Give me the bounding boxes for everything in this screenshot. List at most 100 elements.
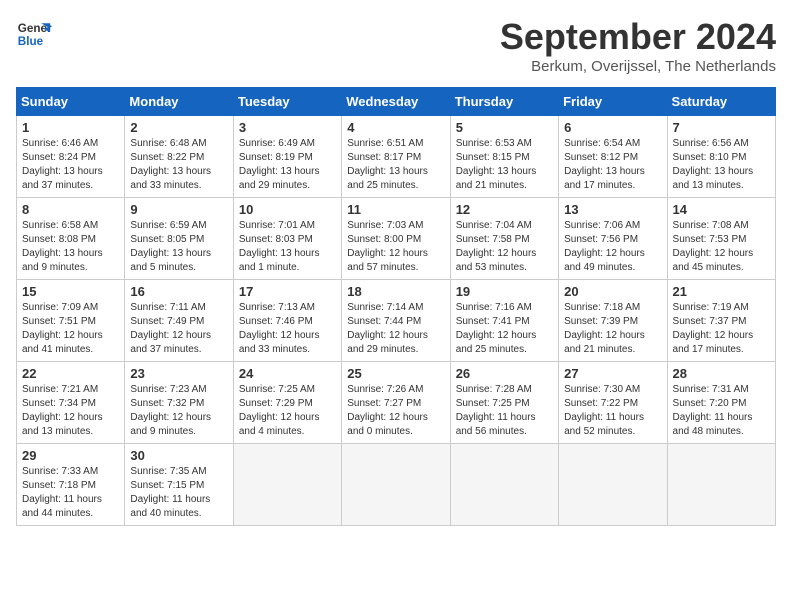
day-number: 6	[564, 120, 661, 135]
day-number: 19	[456, 284, 553, 299]
calendar-cell: 23Sunrise: 7:23 AM Sunset: 7:32 PM Dayli…	[125, 362, 233, 444]
logo-icon: General Blue	[16, 16, 52, 52]
day-number: 2	[130, 120, 227, 135]
calendar-cell: 5 Sunrise: 6:53 AM Sunset: 8:15 PM Daylig…	[450, 116, 558, 198]
calendar-cell	[342, 444, 450, 526]
day-info: Sunrise: 7:21 AM Sunset: 7:34 PM Dayligh…	[22, 383, 119, 439]
day-number: 12	[456, 202, 553, 217]
calendar-cell: 28 Sunrise: 7:31 AM Sunset: 7:20 PM Dayli…	[667, 362, 775, 444]
calendar-cell: 17 Sunrise: 7:13 AM Sunset: 7:46 PM Dayli…	[233, 280, 341, 362]
day-info: Sunrise: 7:01 AM Sunset: 8:03 PM Dayligh…	[239, 219, 336, 275]
day-number: 28	[673, 366, 770, 381]
day-number: 7	[673, 120, 770, 135]
calendar-cell: 1Sunrise: 6:46 AM Sunset: 8:24 PM Daylig…	[17, 116, 125, 198]
day-info: Sunrise: 7:33 AM Sunset: 7:18 PM Dayligh…	[22, 465, 119, 521]
day-info: Sunrise: 7:09 AM Sunset: 7:51 PM Dayligh…	[22, 301, 119, 357]
weekday-header-wednesday: Wednesday	[342, 88, 450, 116]
day-number: 18	[347, 284, 444, 299]
day-number: 21	[673, 284, 770, 299]
calendar-cell: 21 Sunrise: 7:19 AM Sunset: 7:37 PM Dayli…	[667, 280, 775, 362]
calendar-cell: 9 Sunrise: 6:59 AM Sunset: 8:05 PM Daylig…	[125, 198, 233, 280]
day-info: Sunrise: 7:03 AM Sunset: 8:00 PM Dayligh…	[347, 219, 444, 275]
day-number: 20	[564, 284, 661, 299]
day-number: 27	[564, 366, 661, 381]
day-number: 22	[22, 366, 119, 381]
day-info: Sunrise: 7:08 AM Sunset: 7:53 PM Dayligh…	[673, 219, 770, 275]
calendar-cell: 22 Sunrise: 7:21 AM Sunset: 7:34 PM Dayli…	[17, 362, 125, 444]
calendar-cell: 3Sunrise: 6:49 AM Sunset: 8:19 PM Daylig…	[233, 116, 341, 198]
day-info: Sunrise: 7:31 AM Sunset: 7:20 PM Dayligh…	[673, 383, 770, 439]
calendar-cell: 29 Sunrise: 7:33 AM Sunset: 7:18 PM Dayli…	[17, 444, 125, 526]
calendar-cell: 19 Sunrise: 7:16 AM Sunset: 7:41 PM Dayli…	[450, 280, 558, 362]
day-info: Sunrise: 7:11 AM Sunset: 7:49 PM Dayligh…	[130, 301, 227, 357]
calendar-cell: 13Sunrise: 7:06 AM Sunset: 7:56 PM Dayli…	[559, 198, 667, 280]
day-info: Sunrise: 7:14 AM Sunset: 7:44 PM Dayligh…	[347, 301, 444, 357]
day-info: Sunrise: 7:04 AM Sunset: 7:58 PM Dayligh…	[456, 219, 553, 275]
calendar-cell: 4 Sunrise: 6:51 AM Sunset: 8:17 PM Daylig…	[342, 116, 450, 198]
day-number: 26	[456, 366, 553, 381]
calendar-cell	[559, 444, 667, 526]
weekday-header-saturday: Saturday	[667, 88, 775, 116]
day-number: 1	[22, 120, 119, 135]
day-info: Sunrise: 6:49 AM Sunset: 8:19 PM Dayligh…	[239, 137, 336, 193]
day-info: Sunrise: 7:06 AM Sunset: 7:56 PM Dayligh…	[564, 219, 661, 275]
weekday-header-friday: Friday	[559, 88, 667, 116]
calendar-cell: 6Sunrise: 6:54 AM Sunset: 8:12 PM Daylig…	[559, 116, 667, 198]
calendar-cell: 30 Sunrise: 7:35 AM Sunset: 7:15 PM Dayli…	[125, 444, 233, 526]
calendar-cell: 26Sunrise: 7:28 AM Sunset: 7:25 PM Dayli…	[450, 362, 558, 444]
day-info: Sunrise: 7:16 AM Sunset: 7:41 PM Dayligh…	[456, 301, 553, 357]
day-info: Sunrise: 7:19 AM Sunset: 7:37 PM Dayligh…	[673, 301, 770, 357]
day-number: 11	[347, 202, 444, 217]
calendar-cell: 18 Sunrise: 7:14 AM Sunset: 7:44 PM Dayli…	[342, 280, 450, 362]
day-number: 10	[239, 202, 336, 217]
day-number: 16	[130, 284, 227, 299]
calendar-table: SundayMondayTuesdayWednesdayThursdayFrid…	[16, 87, 776, 526]
day-number: 17	[239, 284, 336, 299]
calendar-cell: 27 Sunrise: 7:30 AM Sunset: 7:22 PM Dayli…	[559, 362, 667, 444]
day-info: Sunrise: 7:18 AM Sunset: 7:39 PM Dayligh…	[564, 301, 661, 357]
day-number: 9	[130, 202, 227, 217]
weekday-header-row: SundayMondayTuesdayWednesdayThursdayFrid…	[17, 88, 776, 116]
calendar-cell	[667, 444, 775, 526]
calendar-title: September 2024	[500, 16, 776, 58]
weekday-header-sunday: Sunday	[17, 88, 125, 116]
logo: General Blue	[16, 16, 52, 52]
week-row-1: 8Sunrise: 6:58 AM Sunset: 8:08 PM Daylig…	[17, 198, 776, 280]
title-area: September 2024 Berkum, Overijssel, The N…	[500, 16, 776, 75]
calendar-cell	[450, 444, 558, 526]
calendar-cell: 2 Sunrise: 6:48 AM Sunset: 8:22 PM Daylig…	[125, 116, 233, 198]
weekday-header-tuesday: Tuesday	[233, 88, 341, 116]
calendar-cell: 24 Sunrise: 7:25 AM Sunset: 7:29 PM Dayli…	[233, 362, 341, 444]
day-info: Sunrise: 6:59 AM Sunset: 8:05 PM Dayligh…	[130, 219, 227, 275]
week-row-3: 22 Sunrise: 7:21 AM Sunset: 7:34 PM Dayli…	[17, 362, 776, 444]
week-row-0: 1Sunrise: 6:46 AM Sunset: 8:24 PM Daylig…	[17, 116, 776, 198]
day-info: Sunrise: 6:48 AM Sunset: 8:22 PM Dayligh…	[130, 137, 227, 193]
day-info: Sunrise: 6:53 AM Sunset: 8:15 PM Dayligh…	[456, 137, 553, 193]
calendar-cell: 11 Sunrise: 7:03 AM Sunset: 8:00 PM Dayli…	[342, 198, 450, 280]
day-number: 30	[130, 448, 227, 463]
day-number: 24	[239, 366, 336, 381]
calendar-cell: 15Sunrise: 7:09 AM Sunset: 7:51 PM Dayli…	[17, 280, 125, 362]
day-info: Sunrise: 7:35 AM Sunset: 7:15 PM Dayligh…	[130, 465, 227, 521]
day-number: 5	[456, 120, 553, 135]
calendar-cell: 25Sunrise: 7:26 AM Sunset: 7:27 PM Dayli…	[342, 362, 450, 444]
day-number: 4	[347, 120, 444, 135]
calendar-cell: 20 Sunrise: 7:18 AM Sunset: 7:39 PM Dayli…	[559, 280, 667, 362]
day-info: Sunrise: 6:51 AM Sunset: 8:17 PM Dayligh…	[347, 137, 444, 193]
day-number: 23	[130, 366, 227, 381]
day-info: Sunrise: 7:25 AM Sunset: 7:29 PM Dayligh…	[239, 383, 336, 439]
calendar-cell: 7Sunrise: 6:56 AM Sunset: 8:10 PM Daylig…	[667, 116, 775, 198]
day-number: 25	[347, 366, 444, 381]
day-number: 29	[22, 448, 119, 463]
calendar-cell: 10 Sunrise: 7:01 AM Sunset: 8:03 PM Dayli…	[233, 198, 341, 280]
weekday-header-thursday: Thursday	[450, 88, 558, 116]
week-row-4: 29 Sunrise: 7:33 AM Sunset: 7:18 PM Dayli…	[17, 444, 776, 526]
day-info: Sunrise: 7:30 AM Sunset: 7:22 PM Dayligh…	[564, 383, 661, 439]
day-number: 8	[22, 202, 119, 217]
day-number: 14	[673, 202, 770, 217]
day-info: Sunrise: 7:13 AM Sunset: 7:46 PM Dayligh…	[239, 301, 336, 357]
header: General Blue September 2024 Berkum, Over…	[16, 16, 776, 75]
calendar-cell: 12 Sunrise: 7:04 AM Sunset: 7:58 PM Dayli…	[450, 198, 558, 280]
calendar-cell: 16 Sunrise: 7:11 AM Sunset: 7:49 PM Dayli…	[125, 280, 233, 362]
weekday-header-monday: Monday	[125, 88, 233, 116]
